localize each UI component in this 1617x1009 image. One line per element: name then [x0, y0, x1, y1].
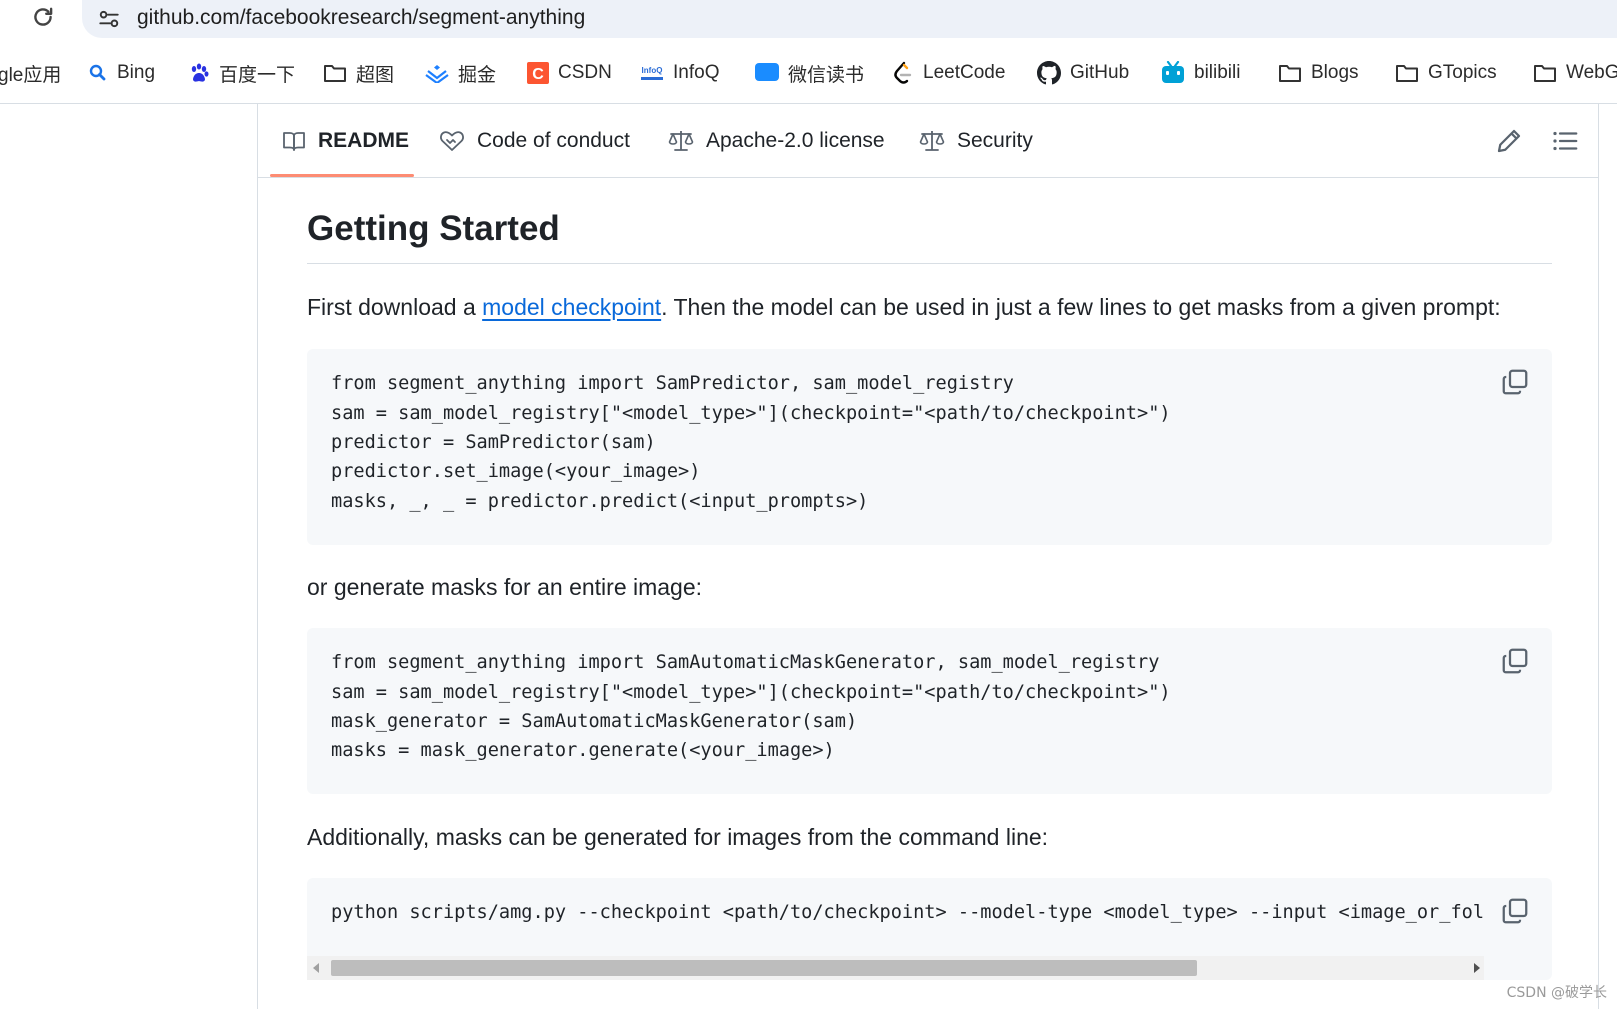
edit-pencil-icon[interactable] — [1494, 126, 1524, 156]
intro-text: First download a — [307, 294, 483, 320]
baidu-paw-icon — [191, 63, 209, 82]
bookmark-label: Blogs — [1311, 62, 1359, 83]
infoq-icon: InfoQ — [641, 66, 663, 80]
code-line: sam = sam_model_registry["<model_type>"]… — [331, 403, 1171, 424]
code-line: from segment_anything import SamAutomati… — [331, 652, 1160, 673]
copy-icon[interactable] — [1500, 896, 1530, 926]
svg-text:InfoQ: InfoQ — [642, 66, 663, 75]
active-tab-indicator — [270, 174, 414, 177]
github-icon — [1037, 61, 1061, 85]
svg-text:C: C — [532, 66, 544, 83]
bookmarks-bar: gle应用 Bing 百度一下 超图 掘金 C CSDN InfoQ InfoQ… — [0, 52, 1617, 96]
bookmark-blogs[interactable]: Blogs — [1278, 58, 1359, 88]
readme-right-border — [1598, 104, 1599, 1009]
readme-tab-bar: README Code of conduct Apache-2.0 licens… — [258, 104, 1599, 178]
url-bar[interactable]: github.com/facebookresearch/segment-anyt… — [82, 0, 1617, 38]
bookmark-label: 掘金 — [458, 64, 497, 86]
code-line: predictor = SamPredictor(sam) — [331, 432, 656, 453]
bookmark-apps[interactable]: gle应用 — [0, 58, 61, 88]
leetcode-icon — [894, 61, 912, 84]
tab-label: Apache-2.0 license — [706, 128, 885, 152]
scroll-left-arrow-icon[interactable] — [313, 963, 319, 973]
bookmark-label: gle应用 — [0, 64, 62, 86]
folder-icon — [1396, 65, 1418, 82]
intro-paragraph: First download a model checkpoint. Then … — [307, 294, 1501, 321]
tab-code-of-conduct[interactable]: Code of conduct — [439, 104, 630, 177]
copy-icon[interactable] — [1500, 367, 1530, 397]
bilibili-icon — [1162, 61, 1184, 83]
code-line: mask_generator = SamAutomaticMaskGenerat… — [331, 711, 858, 732]
intro-text-rest: . Then the model can be used in just a f… — [661, 294, 1501, 320]
tab-license[interactable]: Apache-2.0 license — [668, 104, 885, 177]
bookmark-label: InfoQ — [673, 62, 720, 83]
search-icon — [89, 64, 106, 81]
law-scale-icon — [919, 130, 945, 151]
tab-label: Security — [957, 128, 1033, 152]
bookmark-bilibili[interactable]: bilibili — [1161, 58, 1240, 88]
folder-icon — [1279, 65, 1301, 82]
heading-divider — [307, 263, 1552, 264]
paragraph-command-line: Additionally, masks can be generated for… — [307, 824, 1049, 850]
bookmark-chaotu[interactable]: 超图 — [323, 58, 394, 88]
tab-readme[interactable]: README — [282, 104, 409, 177]
book-icon — [283, 131, 305, 151]
browser-address-row: github.com/facebookresearch/segment-anyt… — [0, 0, 1617, 40]
copy-icon[interactable] — [1500, 646, 1530, 676]
folder-icon — [1534, 65, 1556, 82]
section-heading: Getting Started — [307, 209, 560, 248]
reload-icon[interactable] — [30, 4, 56, 30]
code-line: from segment_anything import SamPredicto… — [331, 373, 1014, 394]
bookmark-bing[interactable]: Bing — [88, 58, 155, 88]
model-checkpoint-link[interactable]: model checkpoint — [482, 294, 661, 320]
bookmark-webg[interactable]: WebG — [1533, 58, 1617, 88]
code-line: masks, _, _ = predictor.predict(<input_p… — [331, 491, 869, 512]
bookmark-baidu[interactable]: 百度一下 — [188, 58, 295, 88]
bookmark-label: Bing — [117, 62, 156, 83]
weread-icon — [755, 63, 779, 81]
bookmark-label: WebG — [1566, 62, 1617, 83]
tab-label: README — [318, 128, 410, 152]
csdn-icon: C — [527, 62, 549, 84]
bookmark-label: LeetCode — [923, 62, 1006, 83]
code-block-predictor: from segment_anything import SamPredicto… — [307, 349, 1552, 545]
paragraph-generate-masks: or generate masks for an entire image: — [307, 574, 703, 600]
code-line: predictor.set_image(<your_image>) — [331, 461, 701, 482]
bookmark-label: GTopics — [1428, 62, 1497, 83]
bookmark-leetcode[interactable]: LeetCode — [892, 58, 1005, 88]
outline-list-icon[interactable] — [1550, 126, 1580, 156]
watermark: CSDN @破学长 — [1506, 985, 1607, 1001]
bookmark-infoq[interactable]: InfoQ InfoQ — [640, 58, 719, 88]
heart-handshake-icon — [440, 130, 464, 151]
bookmark-label: CSDN — [558, 62, 612, 83]
bookmark-csdn[interactable]: C CSDN — [527, 58, 612, 88]
bookmark-label: 百度一下 — [219, 64, 296, 86]
bookmark-label: 微信读书 — [788, 64, 865, 86]
horizontal-scrollbar[interactable] — [307, 956, 1484, 980]
scroll-right-arrow-icon[interactable] — [1474, 963, 1480, 973]
bookmark-label: bilibili — [1194, 62, 1241, 83]
left-column-border — [257, 103, 258, 1009]
bookmark-weread[interactable]: 微信读书 — [755, 58, 864, 88]
bookmark-juejin[interactable]: 掘金 — [425, 58, 496, 88]
tab-label: Code of conduct — [477, 128, 630, 152]
code-line: masks = mask_generator.generate(<your_im… — [331, 740, 835, 761]
code-line: python scripts/amg.py --checkpoint <path… — [331, 902, 1485, 923]
tab-security[interactable]: Security — [919, 104, 1033, 177]
bookmark-gtopics[interactable]: GTopics — [1395, 58, 1497, 88]
site-settings-icon[interactable] — [96, 6, 122, 32]
bookmark-github[interactable]: GitHub — [1037, 58, 1129, 88]
bookmark-label: GitHub — [1070, 62, 1130, 83]
code-block-mask-generator: from segment_anything import SamAutomati… — [307, 628, 1552, 794]
code-line: sam = sam_model_registry["<model_type>"]… — [331, 682, 1171, 703]
bookmark-label: 超图 — [356, 64, 395, 86]
juejin-icon — [425, 65, 449, 83]
url-text[interactable]: github.com/facebookresearch/segment-anyt… — [137, 6, 585, 30]
law-scale-icon — [668, 130, 694, 151]
scrollbar-thumb[interactable] — [331, 960, 1197, 976]
folder-icon — [324, 65, 346, 82]
